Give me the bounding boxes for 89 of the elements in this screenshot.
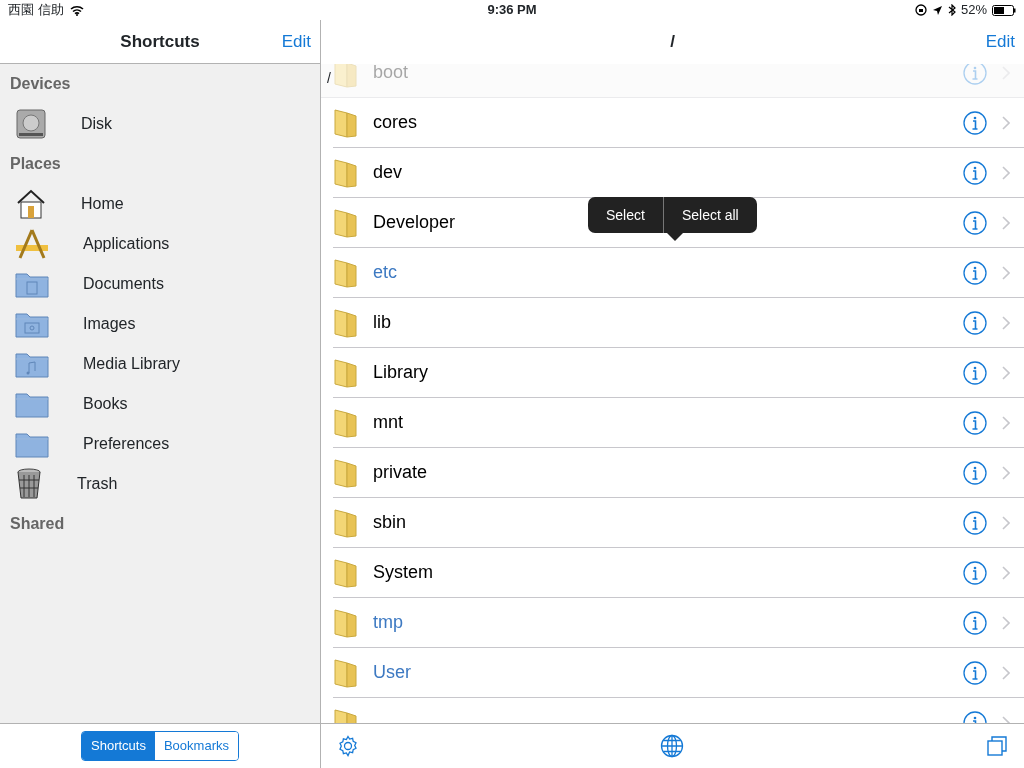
disk-drive-icon <box>15 109 47 139</box>
info-icon[interactable] <box>963 360 987 385</box>
folder-icon <box>333 256 359 289</box>
folder-icon <box>15 430 49 458</box>
folder-icon <box>333 656 359 689</box>
chevron-icon <box>1002 415 1010 430</box>
rotation-lock-icon <box>914 4 927 16</box>
chevron-icon <box>1002 115 1010 130</box>
section-header: Shared <box>9 514 66 534</box>
music-folder-icon <box>15 350 49 378</box>
clock-time: 9:36 PM <box>487 1 537 20</box>
shortcut-item[interactable]: Applications <box>83 232 170 256</box>
chevron-icon <box>1002 315 1010 330</box>
chevron-icon <box>1002 665 1010 680</box>
shortcut-item[interactable]: Images <box>83 312 136 336</box>
menu-item[interactable]: Select all <box>662 197 757 233</box>
file-name[interactable]: dev <box>373 159 403 186</box>
folder-icon <box>333 356 359 389</box>
file-name[interactable]: lib <box>373 309 391 336</box>
folder-icon <box>333 106 359 139</box>
chevron-icon <box>1002 615 1010 630</box>
file-name[interactable]: sbin <box>373 509 407 536</box>
file-name[interactable]: mnt <box>373 409 403 436</box>
settings-icon[interactable] <box>337 735 359 757</box>
file-name[interactable]: System <box>373 559 433 586</box>
picture-folder-icon <box>15 310 49 338</box>
chevron-icon <box>1002 365 1010 380</box>
trash-can-icon <box>15 468 43 500</box>
wifi-icon <box>69 4 84 16</box>
bluetooth-icon <box>947 4 956 16</box>
folder-icon <box>333 64 359 89</box>
info-icon[interactable] <box>963 510 987 535</box>
shortcut-item[interactable]: Documents <box>83 272 164 296</box>
file-name[interactable]: cores <box>373 109 417 136</box>
file-name[interactable]: Library <box>373 359 429 386</box>
info-icon[interactable] <box>963 410 987 435</box>
chevron-icon <box>1002 465 1010 480</box>
chevron-icon <box>1002 515 1010 530</box>
folder-icon <box>333 506 359 539</box>
folder-icon <box>333 606 359 639</box>
document-folder-icon <box>15 270 49 298</box>
folder-icon <box>333 406 359 439</box>
info-icon[interactable] <box>963 260 987 285</box>
shortcut-item[interactable]: Media Library <box>83 352 180 376</box>
folder-icon <box>333 456 359 489</box>
info-icon[interactable] <box>963 610 987 635</box>
shortcut-item[interactable]: Books <box>83 392 128 416</box>
section-header: Places <box>9 154 62 174</box>
location-arrow-icon <box>931 4 943 16</box>
segment-tab[interactable]: Shortcuts <box>82 732 155 760</box>
shortcut-item[interactable]: Home <box>81 192 124 216</box>
menu-item[interactable]: Select <box>588 197 663 233</box>
drafting-tools-icon <box>15 228 49 260</box>
edit-button[interactable]: Edit <box>280 27 312 56</box>
shortcut-item[interactable]: Trash <box>77 472 118 496</box>
folder-icon <box>333 556 359 589</box>
battery-percent: 52% <box>960 1 987 20</box>
path-label: / <box>327 69 331 88</box>
info-icon[interactable] <box>963 210 987 235</box>
file-name[interactable]: etc <box>373 259 397 286</box>
folder-icon <box>333 306 359 339</box>
edit-button[interactable]: Edit <box>984 28 1016 56</box>
chevron-icon <box>1002 165 1010 180</box>
info-icon[interactable] <box>963 160 987 185</box>
chevron-icon <box>1002 265 1010 280</box>
folder-icon <box>15 390 49 418</box>
file-name[interactable]: User <box>373 659 411 686</box>
folder-title: / <box>670 31 675 54</box>
sidebar-title: Shortcuts <box>120 30 200 53</box>
chevron-icon <box>1002 565 1010 580</box>
shortcut-item[interactable]: Disk <box>81 112 113 136</box>
windows-icon[interactable] <box>986 735 1008 757</box>
carrier-name: 西園 信助 <box>8 1 64 20</box>
battery-icon <box>992 4 1016 16</box>
shortcut-item[interactable]: Preferences <box>83 432 170 456</box>
info-icon[interactable] <box>963 460 987 485</box>
folder-icon <box>333 156 359 189</box>
file-name[interactable]: tmp <box>373 609 403 636</box>
info-icon[interactable] <box>963 560 987 585</box>
info-icon[interactable] <box>963 310 987 335</box>
house-icon <box>15 188 47 220</box>
chevron-icon <box>1002 215 1010 230</box>
info-icon[interactable] <box>963 660 987 685</box>
folder-icon <box>333 206 359 239</box>
file-name[interactable]: private <box>373 459 428 486</box>
info-icon[interactable] <box>963 110 987 135</box>
globe-icon[interactable] <box>660 734 684 758</box>
section-header: Devices <box>9 74 72 94</box>
file-name[interactable]: Developer <box>373 209 456 236</box>
